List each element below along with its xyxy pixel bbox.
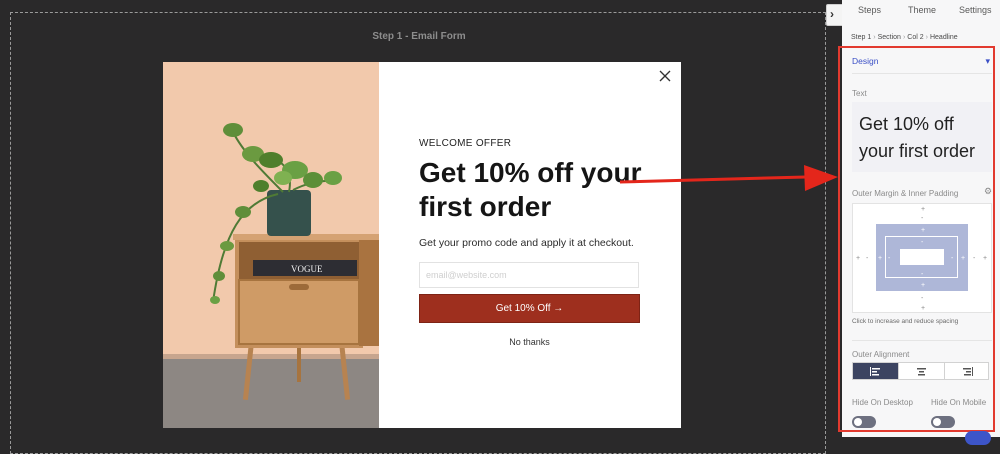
close-icon[interactable] bbox=[657, 68, 673, 84]
popup-preview[interactable]: VOGUE WELCOME OFFER Get 10% off your fir… bbox=[163, 62, 681, 428]
breadcrumb-step[interactable]: Step 1 bbox=[851, 34, 871, 41]
get-offer-button[interactable]: Get 10% Off → bbox=[419, 294, 640, 323]
popup-subtext: Get your promo code and apply it at chec… bbox=[419, 237, 634, 249]
editor-canvas: Step 1 - Email Form VOGUE WELCOME OFFER … bbox=[0, 0, 838, 454]
tab-theme[interactable]: Theme bbox=[908, 5, 936, 15]
help-chat-button[interactable] bbox=[965, 431, 991, 445]
chevron-right-icon: › bbox=[830, 7, 834, 21]
offer-eyebrow: WELCOME OFFER bbox=[419, 138, 512, 149]
tab-steps[interactable]: Steps bbox=[858, 5, 881, 15]
breadcrumb: Step 1 › Section › Col 2 › Headline bbox=[851, 34, 958, 41]
breadcrumb-headline[interactable]: Headline bbox=[930, 34, 958, 41]
highlight-annotation bbox=[838, 46, 995, 432]
breadcrumb-separator-icon: › bbox=[902, 34, 906, 41]
breadcrumb-section[interactable]: Section bbox=[878, 34, 901, 41]
hero-image: VOGUE bbox=[163, 62, 379, 428]
annotation-arrow bbox=[619, 165, 838, 191]
tab-settings[interactable]: Settings bbox=[959, 5, 992, 15]
step-title: Step 1 - Email Form bbox=[372, 31, 466, 42]
book-logo: VOGUE bbox=[291, 264, 323, 274]
breadcrumb-separator-icon: › bbox=[873, 34, 876, 41]
no-thanks-link[interactable]: No thanks bbox=[419, 337, 640, 347]
breadcrumb-col[interactable]: Col 2 bbox=[907, 34, 923, 41]
panel-tabs: Steps Theme Settings bbox=[842, 0, 1000, 22]
nightstand-illustration: VOGUE bbox=[163, 62, 379, 428]
email-input[interactable]: email@website.com bbox=[419, 262, 639, 288]
breadcrumb-separator-icon: › bbox=[925, 34, 928, 41]
